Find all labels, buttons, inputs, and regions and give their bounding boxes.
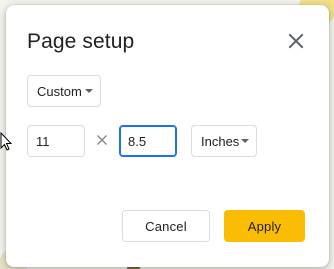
mouse-pointer-icon [0,132,14,152]
chevron-down-icon [241,139,249,143]
times-icon [96,134,108,146]
cancel-button[interactable]: Cancel [122,210,210,242]
chevron-down-icon [85,89,93,93]
height-input[interactable] [119,125,177,157]
width-input[interactable] [27,125,85,157]
unit-select[interactable]: Inches [191,125,257,157]
preset-select-value: Custom [37,83,82,99]
unit-select-value: Inches [201,133,240,149]
close-icon [282,27,310,55]
dialog-title: Page setup [27,30,135,53]
apply-button[interactable]: Apply [224,210,305,242]
page-setup-dialog: Page setup Custom Inches Cancel Apply [6,5,329,267]
page-size-preset-select[interactable]: Custom [27,75,101,107]
close-button[interactable] [282,27,310,55]
